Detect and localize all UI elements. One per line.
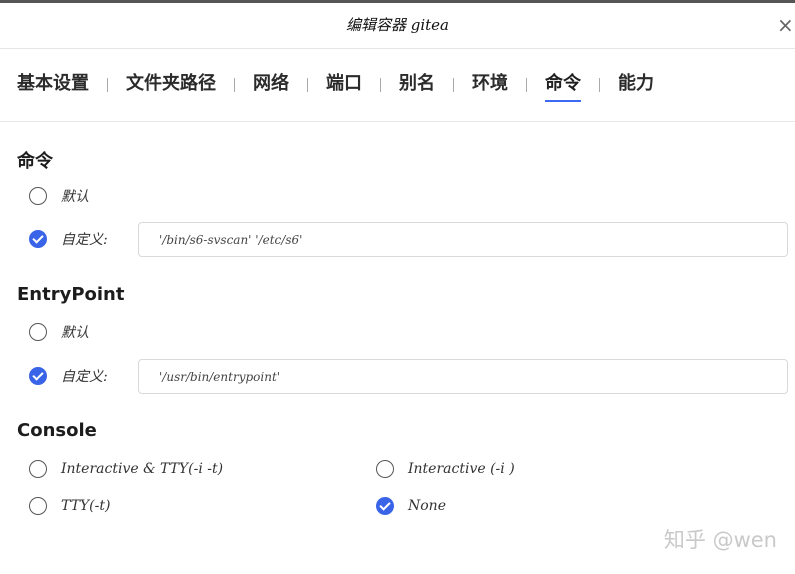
radio-button[interactable] [29, 497, 47, 515]
option-label: TTY(-t) [61, 498, 111, 514]
radio-button[interactable] [376, 460, 394, 478]
entrypoint-input[interactable] [138, 359, 788, 394]
tab-separator [526, 78, 527, 92]
close-icon: × [777, 13, 794, 37]
console-none-option[interactable]: None [376, 494, 446, 518]
option-label: Interactive (-i ) [408, 461, 515, 477]
tab-folder-paths[interactable]: 文件夹路径 [126, 70, 216, 104]
radio-button-checked[interactable] [29, 367, 47, 385]
tab-separator [453, 78, 454, 92]
option-label: Interactive & TTY(-i -t) [61, 461, 224, 477]
close-button[interactable]: × [777, 13, 794, 37]
tab-bar: 基本设置 文件夹路径 网络 端口 别名 环境 命令 能力 [17, 70, 654, 104]
entrypoint-section-title: EntryPoint [17, 284, 125, 305]
tab-ports[interactable]: 端口 [326, 70, 362, 104]
option-label: 自定义: [61, 232, 108, 248]
entrypoint-custom-option[interactable]: 自定义: [29, 364, 108, 388]
tab-separator [599, 78, 600, 92]
window-top-border [0, 0, 795, 3]
tab-aliases[interactable]: 别名 [399, 70, 435, 104]
console-section-title: Console [17, 420, 97, 441]
tabs-divider [0, 121, 795, 122]
radio-button-checked[interactable] [29, 230, 47, 248]
dialog-title: 编辑容器 gitea [345, 16, 449, 34]
radio-button[interactable] [29, 323, 47, 341]
radio-button[interactable] [29, 460, 47, 478]
tab-capabilities[interactable]: 能力 [618, 70, 654, 104]
radio-button-checked[interactable] [376, 497, 394, 515]
tab-separator [380, 78, 381, 92]
tab-environment[interactable]: 环境 [472, 70, 508, 104]
console-interactive-option[interactable]: Interactive (-i ) [376, 457, 515, 481]
entrypoint-default-option[interactable]: 默认 [29, 320, 89, 344]
command-custom-option[interactable]: 自定义: [29, 227, 108, 251]
command-section-title: 命令 [17, 151, 53, 172]
tab-separator [234, 78, 235, 92]
console-interactive-tty-option[interactable]: Interactive & TTY(-i -t) [29, 457, 223, 481]
header-divider [0, 48, 795, 49]
tab-network[interactable]: 网络 [253, 70, 289, 104]
watermark: 知乎 @wen [663, 528, 777, 552]
option-label: None [408, 498, 446, 514]
option-label: 自定义: [61, 369, 108, 385]
tab-separator [307, 78, 308, 92]
console-tty-option[interactable]: TTY(-t) [29, 494, 110, 518]
command-default-option[interactable]: 默认 [29, 184, 89, 208]
tab-command[interactable]: 命令 [545, 70, 581, 104]
option-label: 默认 [61, 325, 89, 341]
tab-separator [107, 78, 108, 92]
tab-basic-settings[interactable]: 基本设置 [17, 70, 89, 104]
command-input[interactable] [138, 222, 788, 257]
radio-button[interactable] [29, 187, 47, 205]
option-label: 默认 [61, 189, 89, 205]
